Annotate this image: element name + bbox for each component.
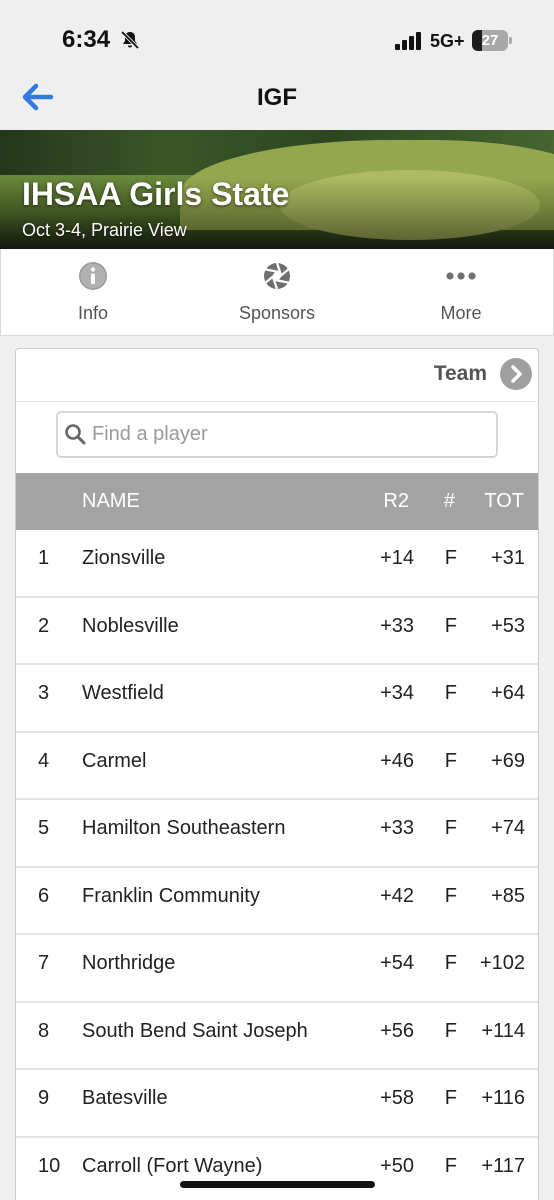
table-row[interactable]: 9 Batesville +58 F +116 bbox=[16, 1070, 538, 1138]
table-row[interactable]: 1 Zionsville +14 F +31 bbox=[16, 530, 538, 598]
tab-sponsors[interactable]: Sponsors bbox=[185, 249, 369, 335]
tab-more[interactable]: More bbox=[369, 249, 553, 335]
row-position: 10 bbox=[38, 1154, 61, 1177]
row-team-name: South Bend Saint Joseph bbox=[82, 1019, 308, 1042]
row-total: +116 bbox=[481, 1087, 525, 1109]
row-position: 8 bbox=[38, 1019, 50, 1042]
col-tot[interactable]: TOT bbox=[484, 490, 524, 513]
row-team-name: Carroll (Fort Wayne) bbox=[82, 1154, 263, 1177]
battery-level: 27 bbox=[481, 32, 499, 49]
row-total: +102 bbox=[479, 952, 525, 974]
row-position: 3 bbox=[38, 682, 50, 704]
row-hole: F bbox=[444, 817, 457, 839]
row-hole: F bbox=[444, 884, 457, 907]
table-row[interactable]: 3 Westfield +34 F +64 bbox=[16, 665, 538, 733]
row-position: 7 bbox=[38, 952, 50, 974]
row-position: 2 bbox=[38, 614, 50, 637]
row-team-name: Batesville bbox=[82, 1087, 168, 1109]
team-toggle-label: Team bbox=[433, 362, 487, 385]
search-box bbox=[56, 411, 498, 458]
row-position: 4 bbox=[38, 749, 50, 772]
more-icon bbox=[446, 272, 476, 280]
divider bbox=[16, 401, 538, 402]
row-r2-score: +46 bbox=[380, 749, 414, 772]
team-toggle[interactable]: Team bbox=[413, 357, 533, 391]
table-row[interactable]: 4 Carmel +46 F +69 bbox=[16, 733, 538, 800]
aperture-icon bbox=[264, 262, 290, 290]
row-hole: F bbox=[444, 952, 457, 974]
row-team-name: Noblesville bbox=[82, 614, 179, 637]
table-row[interactable]: 5 Hamilton Southeastern +33 F +74 bbox=[16, 800, 538, 868]
tab-more-label: More bbox=[440, 303, 482, 323]
row-total: +117 bbox=[481, 1154, 525, 1177]
row-hole: F bbox=[444, 1154, 457, 1177]
row-total: +53 bbox=[491, 614, 525, 637]
table-row[interactable]: 6 Franklin Community +42 F +85 bbox=[16, 868, 538, 935]
table-row[interactable]: 8 South Bend Saint Joseph +56 F +114 bbox=[16, 1003, 538, 1070]
home-indicator[interactable] bbox=[180, 1181, 375, 1188]
row-total: +85 bbox=[491, 884, 525, 907]
table-row[interactable]: 7 Northridge +54 F +102 bbox=[16, 935, 538, 1003]
search-input[interactable] bbox=[92, 417, 488, 452]
row-total: +31 bbox=[491, 547, 525, 569]
battery-nub bbox=[509, 37, 512, 44]
row-team-name: Franklin Community bbox=[82, 884, 260, 907]
row-position: 5 bbox=[38, 817, 50, 839]
row-r2-score: +33 bbox=[380, 817, 414, 839]
page-title: IGF bbox=[257, 84, 297, 111]
tab-bar: Info Sponsors More bbox=[0, 249, 554, 336]
event-subtitle: Oct 3-4, Prairie View bbox=[22, 220, 187, 240]
row-total: +64 bbox=[491, 682, 525, 704]
row-hole: F bbox=[444, 614, 457, 637]
row-total: +69 bbox=[491, 749, 525, 772]
row-total: +74 bbox=[491, 817, 525, 839]
row-r2-score: +33 bbox=[380, 614, 414, 637]
row-hole: F bbox=[444, 1087, 457, 1109]
row-r2-score: +54 bbox=[380, 952, 414, 974]
row-team-name: Westfield bbox=[82, 682, 164, 704]
row-position: 1 bbox=[38, 547, 50, 569]
event-title: IHSAA Girls State bbox=[22, 176, 290, 212]
row-r2-score: +56 bbox=[380, 1019, 414, 1042]
row-team-name: Zionsville bbox=[82, 547, 166, 569]
chevron-right-icon bbox=[500, 358, 532, 390]
table-header: NAME R2 # TOT bbox=[16, 473, 538, 530]
row-hole: F bbox=[444, 1019, 457, 1042]
col-r2[interactable]: R2 bbox=[383, 490, 409, 513]
tab-info[interactable]: Info bbox=[1, 249, 185, 335]
row-r2-score: +14 bbox=[380, 547, 414, 569]
row-team-name: Northridge bbox=[82, 952, 176, 974]
row-total: +114 bbox=[481, 1019, 525, 1042]
row-r2-score: +58 bbox=[380, 1087, 414, 1109]
col-hole[interactable]: # bbox=[444, 490, 455, 513]
leaderboard-card: Team NAME R2 # TOT 1 Zionsville +14 F +3… bbox=[15, 348, 539, 1200]
network-type: 5G+ bbox=[430, 31, 465, 51]
row-r2-score: +34 bbox=[380, 682, 414, 704]
row-hole: F bbox=[444, 682, 457, 704]
row-r2-score: +50 bbox=[380, 1154, 414, 1177]
status-time: 6:34 bbox=[62, 26, 111, 53]
leaderboard-rows: 1 Zionsville +14 F +31 2 Noblesville +33… bbox=[16, 530, 538, 1200]
table-row[interactable]: 10 Carroll (Fort Wayne) +50 F +117 bbox=[16, 1138, 538, 1200]
bell-slash-icon bbox=[120, 30, 140, 50]
signal-icon bbox=[395, 32, 421, 50]
nav-bar: IGF bbox=[0, 72, 554, 130]
row-position: 6 bbox=[38, 884, 50, 907]
row-position: 9 bbox=[38, 1087, 50, 1109]
tab-sponsors-label: Sponsors bbox=[238, 303, 316, 323]
search-icon bbox=[65, 424, 86, 445]
row-team-name: Carmel bbox=[82, 749, 147, 772]
status-bar: 6:34 5G+ 27 bbox=[0, 0, 554, 72]
table-row[interactable]: 2 Noblesville +33 F +53 bbox=[16, 598, 538, 665]
tab-info-label: Info bbox=[77, 303, 109, 323]
battery-icon: 27 bbox=[472, 30, 508, 51]
col-name[interactable]: NAME bbox=[82, 490, 140, 513]
event-banner: IHSAA Girls State Oct 3-4, Prairie View bbox=[0, 130, 554, 249]
row-hole: F bbox=[444, 749, 457, 772]
row-hole: F bbox=[444, 547, 457, 569]
row-team-name: Hamilton Southeastern bbox=[82, 817, 286, 839]
row-r2-score: +42 bbox=[380, 884, 414, 907]
info-icon bbox=[79, 262, 107, 290]
